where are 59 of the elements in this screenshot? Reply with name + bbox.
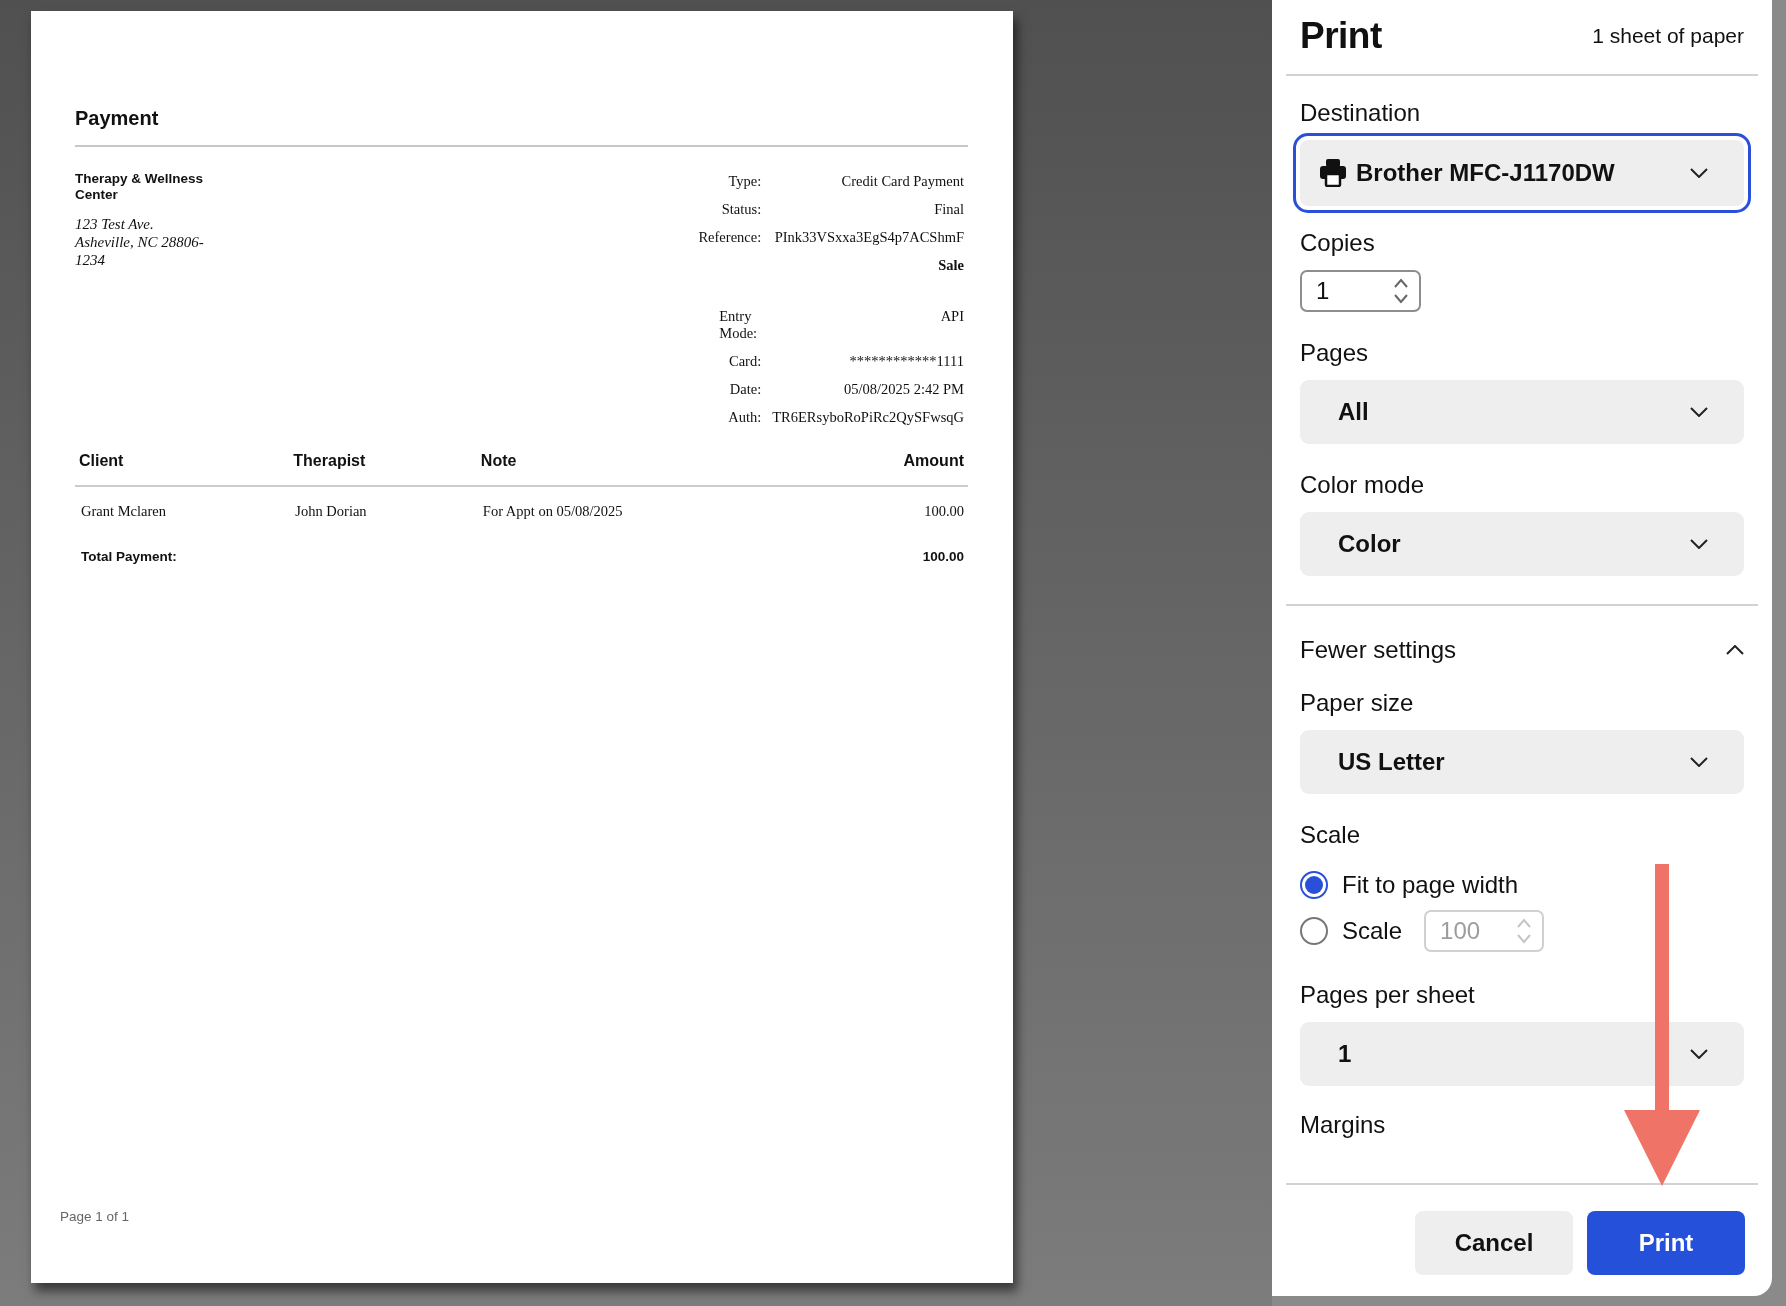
detail-value: TR6ERsyboRoPiRc2QySFwsqG [772,409,964,425]
table-cell: 100.00 [924,503,964,519]
printer-icon [1320,158,1346,187]
dropdown-select[interactable]: Color [1300,511,1744,576]
settings-toggle[interactable]: Fewer settings [1300,631,1744,668]
setting-label: Pages [1300,337,1370,368]
dropdown-select[interactable]: All [1300,379,1744,444]
chevron-down-icon [1690,167,1708,178]
dropdown-select[interactable]: 1 [1300,1021,1744,1086]
total-value: 100.00 [922,548,964,564]
detail-label: Entry Mode: [719,308,759,342]
copies-field[interactable]: 1 [1300,269,1421,312]
column-header: Note [480,452,517,469]
detail-label: Type: [728,173,762,189]
dialog-title: Print [1300,14,1382,58]
total-label: Total Payment: [81,548,177,564]
setting-label: Color mode [1300,469,1426,500]
detail-label: Date: [729,381,762,397]
chevron-down-icon [1690,1048,1708,1059]
radio-label[interactable]: Fit to page width [1342,866,1519,903]
detail-value: Final [934,201,964,217]
detail-heading: Sale [938,257,964,273]
detail-value: 05/08/2025 2:42 PM [843,381,964,397]
table-cell: For Appt on 05/08/2025 [482,503,623,519]
radio-button[interactable] [1300,870,1328,899]
detail-label: Reference: [698,229,762,245]
setting-label: Pages per sheet [1300,979,1476,1010]
sheet-count: 1 sheet of paper [1592,23,1744,49]
table-cell: Grant Mclaren [81,503,166,519]
detail-value: API [940,308,964,324]
page-number: Page 1 of 1 [60,1207,130,1226]
spinner-icon [1393,276,1409,305]
setting-label: Scale [1300,819,1362,850]
chevron-up-icon [1726,644,1744,655]
chevron-down-icon [1690,538,1708,549]
dropdown-select[interactable]: US Letter [1300,729,1744,794]
setting-label: Paper size [1300,687,1415,718]
detail-value: ************1111 [849,353,964,369]
setting-label: Destination [1300,97,1422,128]
document-title: Payment [75,106,160,131]
detail-label: Status: [721,201,762,217]
scale-field: 100 [1424,909,1545,952]
detail-label: Card: [729,353,762,369]
table-cell: John Dorian [295,503,367,519]
detail-label: Auth: [728,409,762,425]
column-header: Therapist [293,452,366,469]
business-address: 123 Test Ave. Asheville, NC 28806-1234 [75,215,205,269]
setting-label: Copies [1300,227,1376,258]
cancel-button[interactable]: Cancel [1415,1210,1573,1275]
business-name: Therapy & Wellness Center [75,171,205,203]
column-header: Client [79,452,124,469]
column-header: Amount [903,452,964,469]
print-button[interactable]: Print [1587,1210,1745,1275]
setting-label: Margins [1300,1109,1387,1140]
spinner-icon [1516,916,1533,945]
detail-value: PInk33VSxxa3EgS4p7ACShmF [774,229,964,245]
chevron-down-icon [1690,406,1708,417]
chevron-down-icon [1690,756,1708,767]
detail-value: Credit Card Payment [841,173,964,189]
